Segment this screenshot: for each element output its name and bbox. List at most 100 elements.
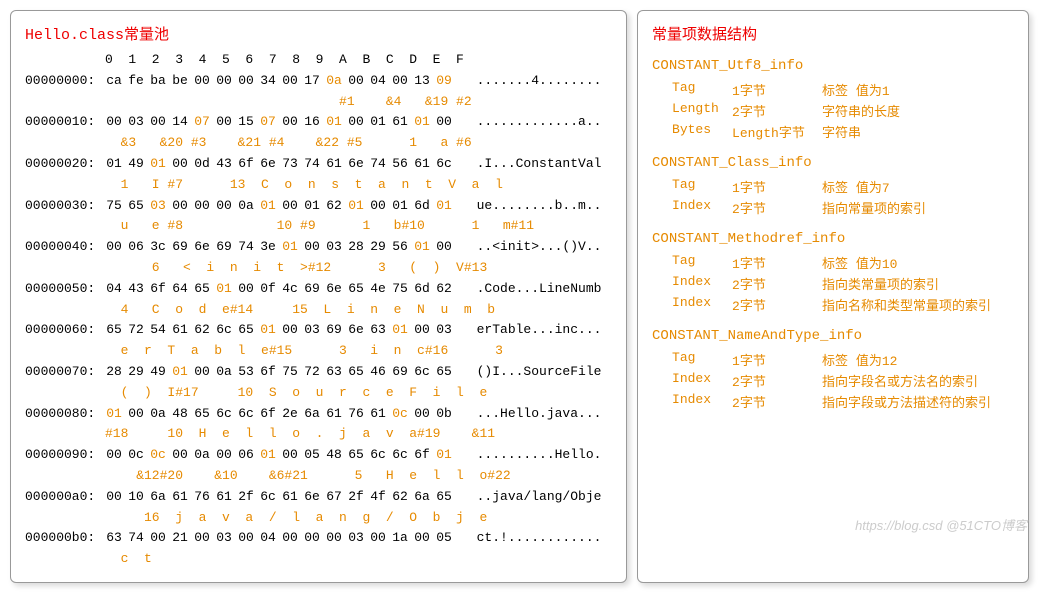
hex-byte: 61 bbox=[169, 487, 191, 508]
hex-byte: 00 bbox=[323, 528, 345, 549]
hex-byte: ba bbox=[147, 71, 169, 92]
anno-row: u e #8 10 #9 1 b#10 1 m#11 bbox=[105, 216, 612, 237]
ascii: ct.!............ bbox=[461, 530, 601, 545]
info-size: Length字节 bbox=[732, 122, 822, 141]
hex-byte: 00 bbox=[433, 112, 455, 133]
hex-byte: 6f bbox=[235, 154, 257, 175]
hex-row: 00000070: 28294901000a536f7572636546696c… bbox=[25, 362, 612, 383]
anno-row: #18 10 H e l l o . j a v a#19 &11 bbox=[105, 424, 612, 445]
anno-row: &3 &20 #3 &21 #4 &22 #5 1 a #6 bbox=[105, 133, 612, 154]
hex-body: 00000000: cafebabe0000003400170a00040013… bbox=[25, 71, 612, 570]
hex-byte: be bbox=[169, 71, 191, 92]
hex-byte: 61 bbox=[411, 154, 433, 175]
info-row: Tag1字节标签 值为7 bbox=[672, 177, 1014, 196]
hex-byte: 04 bbox=[367, 71, 389, 92]
hex-byte: 03 bbox=[213, 528, 235, 549]
ascii: ..<init>...()V.. bbox=[461, 239, 601, 254]
hex-byte: 00 bbox=[213, 112, 235, 133]
info-label: Tag bbox=[672, 350, 732, 369]
hex-byte: 01 bbox=[411, 237, 433, 258]
anno-row: 4 C o d e#14 15 L i n e N u m b bbox=[105, 300, 612, 321]
hex-byte: 61 bbox=[169, 320, 191, 341]
hex-byte: 00 bbox=[191, 362, 213, 383]
hex-byte: 6e bbox=[323, 279, 345, 300]
hex-byte: 29 bbox=[367, 237, 389, 258]
hex-byte: 03 bbox=[323, 237, 345, 258]
hex-byte: 00 bbox=[279, 71, 301, 92]
hex-byte: 62 bbox=[389, 487, 411, 508]
hex-byte: 65 bbox=[345, 445, 367, 466]
hex-byte: 54 bbox=[147, 320, 169, 341]
hex-byte: fe bbox=[125, 71, 147, 92]
hex-byte: 00 bbox=[191, 71, 213, 92]
hex-byte: 0a bbox=[213, 362, 235, 383]
anno-row: 1 I #7 13 C o n s t a n t V a l bbox=[105, 175, 612, 196]
hex-byte: 0a bbox=[235, 196, 257, 217]
right-panel: 常量项数据结构 CONSTANT_Utf8_infoTag1字节标签 值为1Le… bbox=[637, 10, 1029, 583]
ascii: ..java/lang/Obje bbox=[461, 489, 601, 504]
info-row: Index2字节指向类常量项的索引 bbox=[672, 274, 1014, 293]
hex-byte: 65 bbox=[433, 487, 455, 508]
hex-byte: 6c bbox=[213, 404, 235, 425]
hex-byte: 62 bbox=[191, 320, 213, 341]
hex-byte: 48 bbox=[169, 404, 191, 425]
hex-byte: 69 bbox=[389, 362, 411, 383]
hex-row: 000000b0: 637400210003000400000003001a00… bbox=[25, 528, 612, 549]
right-title: 常量项数据结构 bbox=[652, 23, 1014, 44]
info-size: 2字节 bbox=[732, 295, 822, 314]
hex-byte: 01 bbox=[389, 320, 411, 341]
info-row: Index2字节指向字段名或方法名的索引 bbox=[672, 371, 1014, 390]
hex-byte: 01 bbox=[257, 196, 279, 217]
hex-byte: 00 bbox=[213, 196, 235, 217]
hex-byte: 74 bbox=[235, 237, 257, 258]
hex-byte: 6f bbox=[257, 404, 279, 425]
hex-byte: 13 bbox=[411, 71, 433, 92]
hex-byte: 43 bbox=[125, 279, 147, 300]
hex-byte: 00 bbox=[301, 237, 323, 258]
info-row: Tag1字节标签 值为1 bbox=[672, 80, 1014, 99]
info-size: 2字节 bbox=[732, 101, 822, 120]
hex-byte: 00 bbox=[367, 196, 389, 217]
hex-byte: 76 bbox=[345, 404, 367, 425]
hex-byte: 14 bbox=[169, 112, 191, 133]
hex-byte: 00 bbox=[147, 112, 169, 133]
hex-byte: 6c bbox=[389, 445, 411, 466]
left-panel: Hello.class常量池 0 1 2 3 4 5 6 7 8 9 A B C… bbox=[10, 10, 627, 583]
anno-row: ( ) I#17 10 S o u r c e F i l e bbox=[105, 383, 612, 404]
info-desc: 指向字段或方法描述符的索引 bbox=[822, 392, 991, 411]
hex-byte: 65 bbox=[235, 320, 257, 341]
hex-byte: 03 bbox=[345, 528, 367, 549]
hex-byte: 07 bbox=[191, 112, 213, 133]
hex-byte: 00 bbox=[169, 196, 191, 217]
hex-byte: 01 bbox=[345, 196, 367, 217]
hex-byte: 0a bbox=[191, 445, 213, 466]
hex-byte: 1a bbox=[389, 528, 411, 549]
info-size: 2字节 bbox=[732, 392, 822, 411]
hex-byte: 01 bbox=[169, 362, 191, 383]
hex-byte: 00 bbox=[103, 112, 125, 133]
hex-byte: 28 bbox=[103, 362, 125, 383]
hex-byte: 01 bbox=[147, 154, 169, 175]
hex-byte: 03 bbox=[301, 320, 323, 341]
hex-byte: 2f bbox=[345, 487, 367, 508]
info-label: Index bbox=[672, 371, 732, 390]
info-label: Tag bbox=[672, 253, 732, 272]
hex-byte: 01 bbox=[103, 154, 125, 175]
hex-byte: 05 bbox=[433, 528, 455, 549]
info-desc: 指向字段名或方法名的索引 bbox=[822, 371, 978, 390]
hex-byte: 01 bbox=[301, 196, 323, 217]
hex-row: 00000090: 000c0c000a000601000548656c6c6f… bbox=[25, 445, 612, 466]
hex-byte: 6e bbox=[257, 154, 279, 175]
info-size: 1字节 bbox=[732, 80, 822, 99]
hex-byte: 21 bbox=[169, 528, 191, 549]
hex-byte: 00 bbox=[345, 112, 367, 133]
hex-byte: 74 bbox=[367, 154, 389, 175]
hex-byte: 34 bbox=[257, 71, 279, 92]
hex-byte: 6d bbox=[411, 196, 433, 217]
hex-byte: 00 bbox=[235, 71, 257, 92]
info-size: 1字节 bbox=[732, 350, 822, 369]
ascii: ...Hello.java... bbox=[461, 406, 601, 421]
hex-byte: 56 bbox=[389, 237, 411, 258]
hex-byte: 46 bbox=[367, 362, 389, 383]
hex-byte: 03 bbox=[147, 196, 169, 217]
